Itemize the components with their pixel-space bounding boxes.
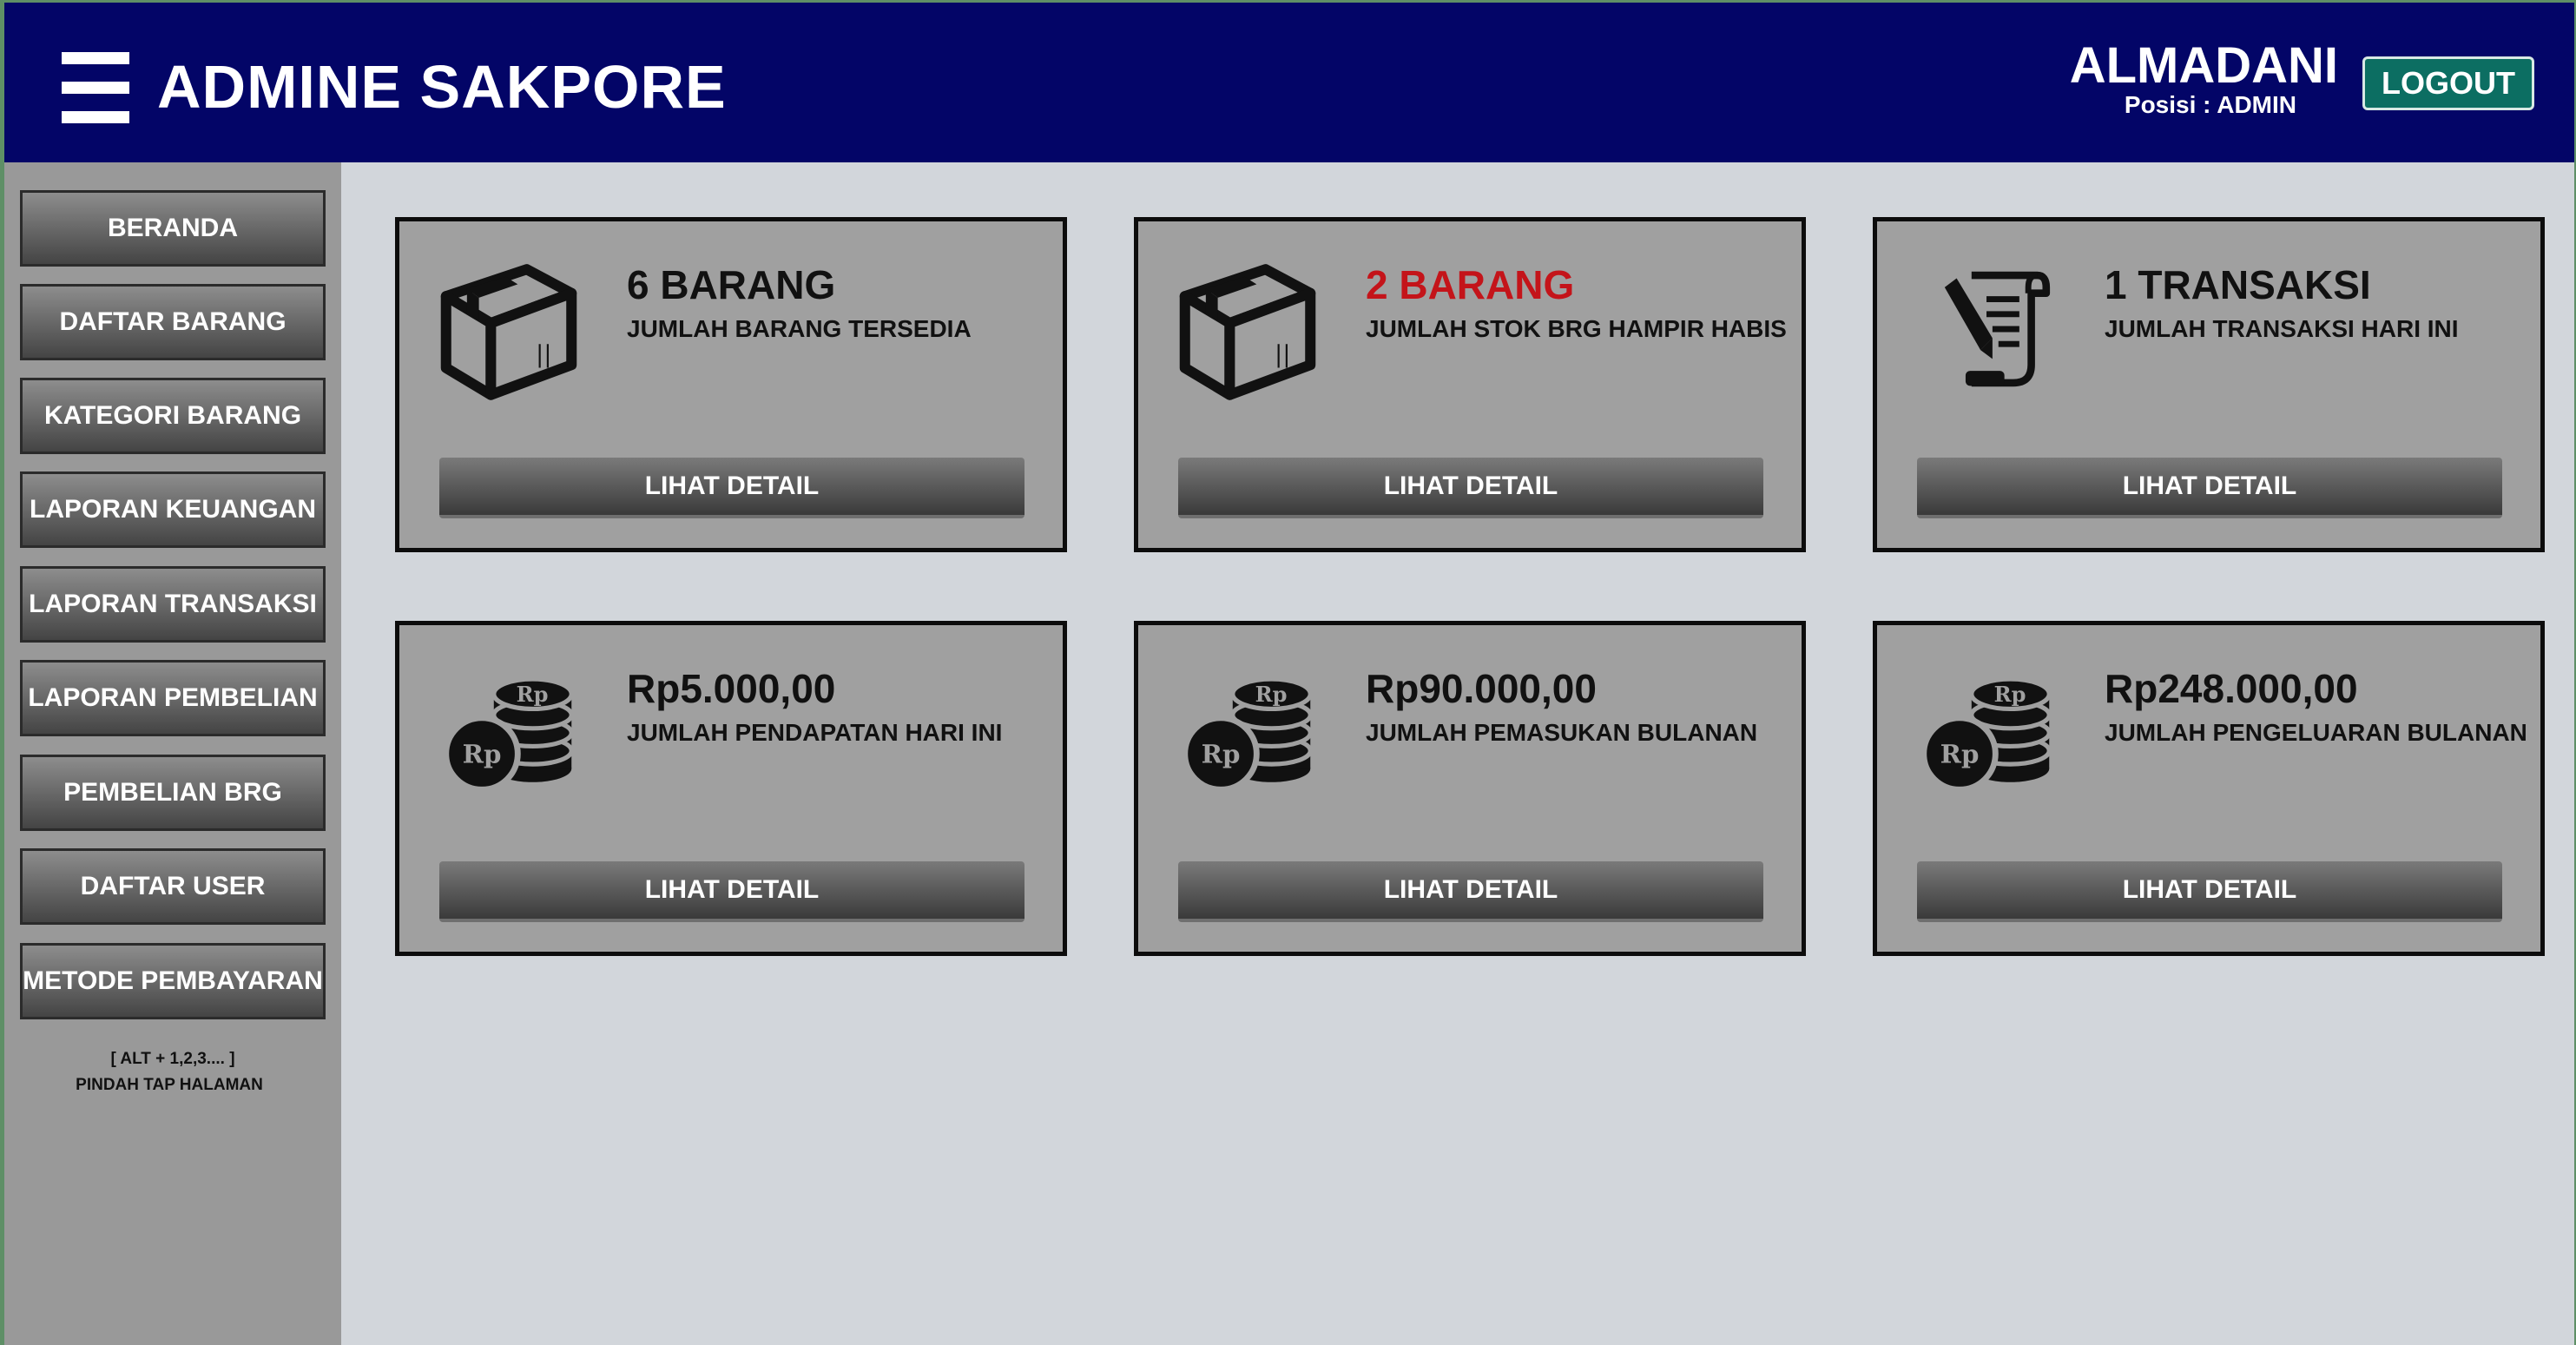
stat-label: JUMLAH PENDAPATAN HARI INI [627, 719, 1003, 746]
app-title: ADMINE SAKPORE [157, 53, 727, 121]
rupiah-coins-icon: Rp Rp [443, 676, 574, 793]
sidebar-item-laporan-transaksi[interactable]: LAPORAN TRANSAKSI [20, 566, 326, 643]
view-detail-button[interactable]: LIHAT DETAIL [1917, 861, 2502, 922]
stat-value: 2 BARANG [1366, 262, 1575, 307]
stat-label: JUMLAH STOK BRG HAMPIR HABIS [1366, 315, 1787, 342]
rupiah-coins-icon: Rp Rp [1182, 676, 1313, 793]
stat-value: Rp248.000,00 [2105, 666, 2358, 711]
stat-value: 6 BARANG [627, 262, 836, 307]
stat-label: JUMLAH BARANG TERSEDIA [627, 315, 972, 342]
logout-button[interactable]: LOGOUT [2362, 56, 2534, 110]
shortcut-hint-caption: PINDAH TAP HALAMAN [76, 1076, 263, 1094]
svg-text:Rp: Rp [517, 682, 549, 707]
shortcut-hint: [ ALT + 1,2,3.... ] [110, 1050, 235, 1068]
user-name: ALMADANI [2069, 37, 2338, 94]
sidebar-item-kategori-barang[interactable]: KATEGORI BARANG [20, 378, 326, 454]
stat-label: JUMLAH PENGELUARAN BULANAN [2105, 719, 2527, 746]
sidebar-item-daftar-barang[interactable]: DAFTAR BARANG [20, 284, 326, 360]
box-icon: || [440, 264, 577, 400]
rupiah-coins-icon: Rp Rp [1920, 676, 2052, 793]
svg-text:||: || [1275, 340, 1291, 368]
view-detail-button[interactable]: LIHAT DETAIL [1917, 458, 2502, 518]
sidebar: BERANDA DAFTAR BARANG KATEGORI BARANG LA… [4, 162, 341, 1345]
stat-card-monthly-income: Rp Rp Rp90.000,00 JUMLAH PEMASUKAN BULAN… [1134, 621, 1806, 956]
hamburger-menu-icon[interactable] [62, 52, 129, 123]
app-header: ADMINE SAKPORE ALMADANI Posisi : ADMIN L… [4, 3, 2574, 162]
box-icon: || [1179, 264, 1316, 400]
svg-text:||: || [536, 340, 552, 368]
stat-label: JUMLAH TRANSAKSI HARI INI [2105, 315, 2459, 342]
stat-value: Rp5.000,00 [627, 666, 836, 711]
stat-card-low-stock: || 2 BARANG JUMLAH STOK BRG HAMPIR HABIS… [1134, 217, 1806, 552]
stat-card-monthly-expense: Rp Rp Rp248.000,00 JUMLAH PENGELUARAN BU… [1873, 621, 2545, 956]
stat-label: JUMLAH PEMASUKAN BULANAN [1366, 719, 1758, 746]
svg-text:Rp: Rp [463, 739, 502, 768]
sidebar-item-daftar-user[interactable]: DAFTAR USER [20, 848, 326, 925]
stat-value: Rp90.000,00 [1366, 666, 1597, 711]
stat-card-available-items: || 6 BARANG JUMLAH BARANG TERSEDIA LIHAT… [395, 217, 1067, 552]
sidebar-item-laporan-keuangan[interactable]: LAPORAN KEUANGAN [20, 471, 326, 548]
sidebar-item-laporan-pembelian[interactable]: LAPORAN PEMBELIAN [20, 660, 326, 736]
svg-text:Rp: Rp [1202, 739, 1241, 768]
sidebar-item-beranda[interactable]: BERANDA [20, 190, 326, 267]
view-detail-button[interactable]: LIHAT DETAIL [1178, 458, 1763, 518]
svg-text:Rp: Rp [1255, 682, 1288, 707]
view-detail-button[interactable]: LIHAT DETAIL [1178, 861, 1763, 922]
user-role: Posisi : ADMIN [2124, 91, 2296, 118]
svg-text:Rp: Rp [1940, 739, 1980, 768]
scroll-quill-icon [1944, 271, 2051, 387]
sidebar-item-pembelian-brg[interactable]: PEMBELIAN BRG [20, 755, 326, 831]
view-detail-button[interactable]: LIHAT DETAIL [439, 458, 1024, 518]
svg-text:Rp: Rp [1994, 682, 2026, 707]
stat-value: 1 TRANSAKSI [2105, 262, 2371, 307]
view-detail-button[interactable]: LIHAT DETAIL [439, 861, 1024, 922]
stat-card-daily-income: Rp Rp Rp5.000,00 JUMLAH PENDAPATAN HARI … [395, 621, 1067, 956]
sidebar-item-metode-pembayaran[interactable]: METODE PEMBAYARAN [20, 943, 326, 1019]
stat-card-transactions-today: 1 TRANSAKSI JUMLAH TRANSAKSI HARI INI LI… [1873, 217, 2545, 552]
